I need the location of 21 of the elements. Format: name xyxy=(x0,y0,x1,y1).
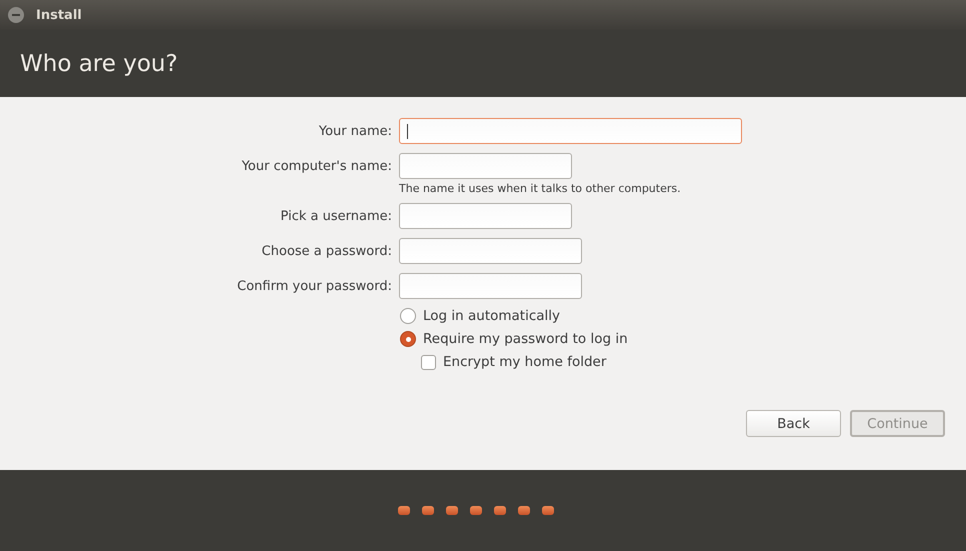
input-field[interactable] xyxy=(399,273,582,299)
radio-label: Log in automatically xyxy=(423,308,560,324)
field-label: Your computer's name: xyxy=(240,158,392,174)
input-field[interactable] xyxy=(399,118,742,144)
input-field[interactable] xyxy=(399,203,572,229)
minimize-button[interactable] xyxy=(8,7,24,23)
radio-button[interactable] xyxy=(400,331,416,347)
field-label: Pick a username: xyxy=(280,208,392,224)
radio-label: Require my password to log in xyxy=(423,331,628,347)
field-label: Confirm your password: xyxy=(236,278,392,294)
field-label: Your name: xyxy=(318,124,392,138)
field-label: Choose a password: xyxy=(260,244,392,258)
window-title: Install xyxy=(36,8,82,22)
input-field[interactable] xyxy=(399,153,572,179)
checkbox-label: Encrypt my home folder xyxy=(443,354,606,370)
input-field[interactable] xyxy=(399,238,582,264)
page-heading: Who are you? xyxy=(20,50,178,76)
checkbox[interactable] xyxy=(421,354,436,370)
back-button[interactable]: Back xyxy=(746,410,841,437)
hint-text: The name it uses when it talks to other computers. xyxy=(399,182,682,195)
radio-button[interactable] xyxy=(400,308,416,324)
